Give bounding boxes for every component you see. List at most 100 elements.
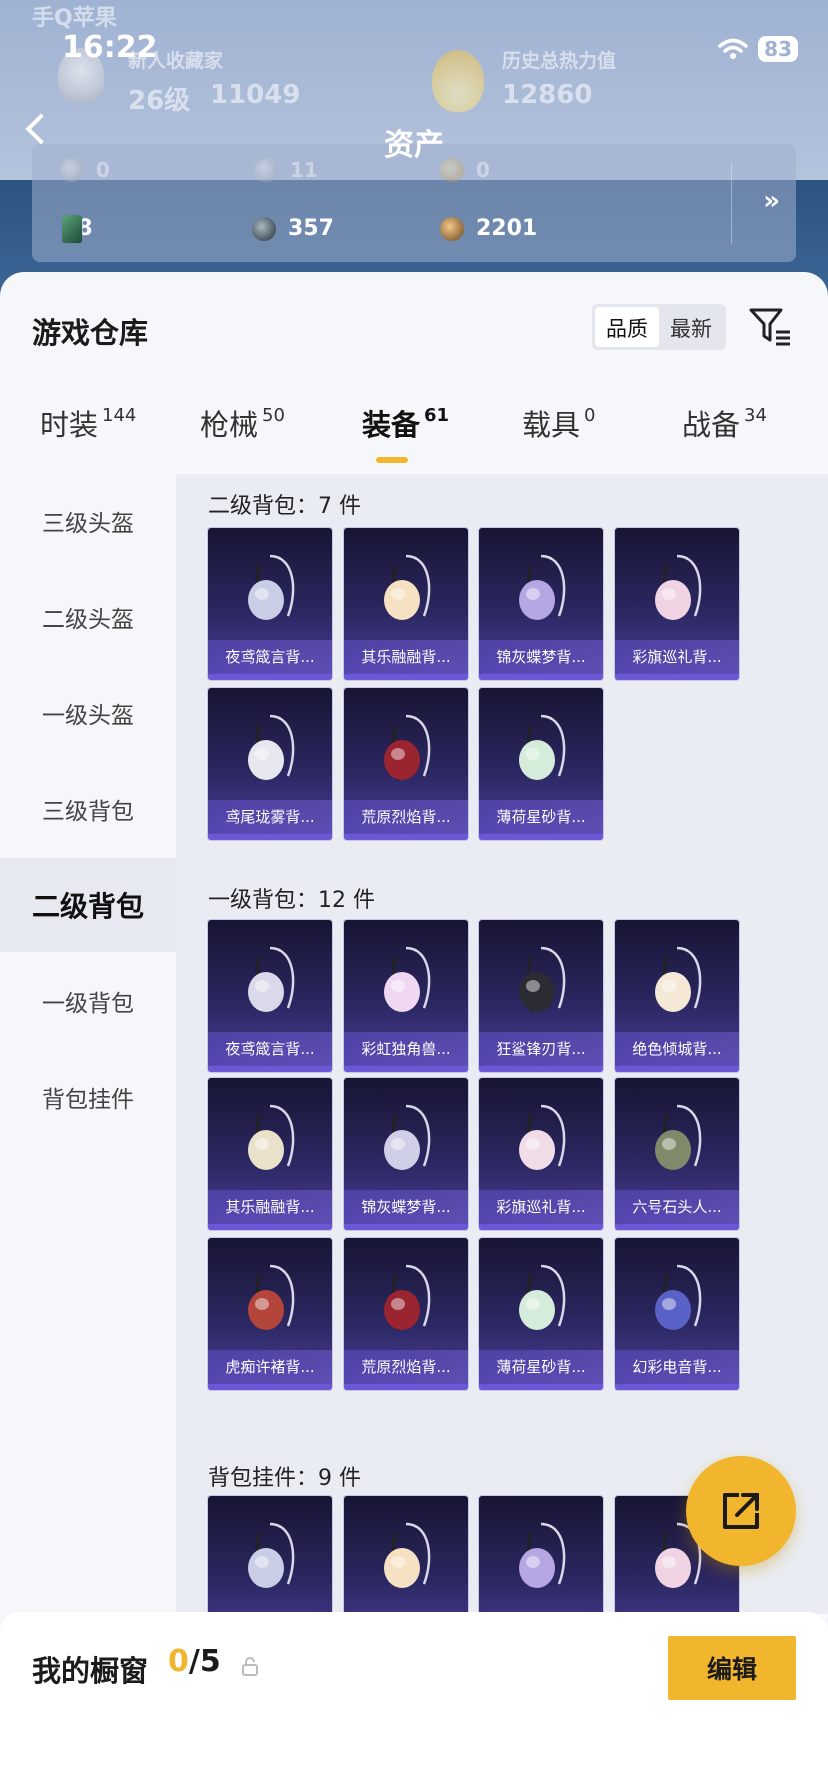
subcategory-sidebar: 三级头盔 二级头盔 一级头盔 三级背包 二级背包 一级背包 背包挂件	[0, 474, 176, 1674]
item-name: 荒原烈焰背...	[344, 800, 468, 834]
rarity-bar	[208, 1384, 332, 1390]
rarity-bar	[615, 674, 739, 680]
item-name: 鸢尾珑雾背...	[208, 800, 332, 834]
tab-vehicles[interactable]: 载具 0	[522, 402, 595, 444]
asset-item: 2201	[440, 216, 537, 241]
battery-indicator: 83	[758, 36, 798, 62]
backpack-icon	[655, 554, 702, 621]
section-title: 背包挂件：9 件	[208, 1466, 361, 1491]
backpack-icon	[519, 946, 566, 1013]
backpack-icon	[519, 714, 566, 781]
item-name: 幻彩电音背...	[615, 1350, 739, 1384]
backpack-icon	[384, 714, 431, 781]
item-name: 锦灰蝶梦背...	[344, 1190, 468, 1224]
rarity-bar	[208, 1224, 332, 1230]
item-name: 薄荷星砂背...	[479, 1350, 603, 1384]
sidebar-item-level1-backpack[interactable]: 一级背包	[0, 954, 176, 1048]
asset-value: 357	[288, 216, 334, 241]
item-card[interactable]	[344, 1496, 468, 1614]
item-card[interactable]: 夜鸢箴言背...	[208, 920, 332, 1072]
rarity-bar	[344, 1066, 468, 1072]
item-name: 夜鸢箴言背...	[208, 640, 332, 674]
backpack-icon	[655, 946, 702, 1013]
sidebar-item-level2-helmet[interactable]: 二级头盔	[0, 570, 176, 664]
item-card[interactable]: 虎痴许褚背...	[208, 1238, 332, 1390]
rarity-bar	[208, 674, 332, 680]
item-card[interactable]: 锦灰蝶梦背...	[344, 1078, 468, 1230]
item-card[interactable]: 彩旗巡礼背...	[479, 1078, 603, 1230]
expand-assets-icon[interactable]: »	[763, 186, 780, 216]
divider	[731, 162, 732, 244]
item-card[interactable]: 夜鸢箴言背...	[208, 528, 332, 680]
backpack-icon	[384, 946, 431, 1013]
sidebar-item-level3-helmet[interactable]: 三级头盔	[0, 474, 176, 568]
level-value: 26级	[128, 86, 191, 116]
backpack-icon	[384, 1264, 431, 1331]
sort-toggle[interactable]: 品质 最新	[592, 304, 726, 350]
item-card[interactable]: 幻彩电音背...	[615, 1238, 739, 1390]
rarity-bar	[615, 1384, 739, 1390]
item-name: 其乐融融背...	[208, 1190, 332, 1224]
rarity-bar	[479, 674, 603, 680]
item-card[interactable]: 其乐融融背...	[344, 528, 468, 680]
backpack-icon	[384, 554, 431, 621]
edit-button[interactable]: 编辑	[668, 1636, 796, 1700]
item-card[interactable]: 六号石头人...	[615, 1078, 739, 1230]
item-card[interactable]: 荒原烈焰背...	[344, 688, 468, 840]
sort-quality[interactable]: 品质	[595, 307, 659, 347]
item-card[interactable]: 绝色倾城背...	[615, 920, 739, 1072]
sidebar-item-level3-backpack[interactable]: 三级背包	[0, 762, 176, 856]
rarity-bar	[344, 834, 468, 840]
item-card[interactable]: 彩虹独角兽...	[344, 920, 468, 1072]
coin-value: 11049	[210, 80, 301, 110]
card-icon	[62, 214, 82, 243]
item-card[interactable]	[208, 1496, 332, 1614]
share-button[interactable]	[686, 1456, 796, 1566]
backpack-icon	[248, 946, 295, 1013]
showcase-count: 0/5	[168, 1644, 221, 1679]
item-card[interactable]: 薄荷星砂背...	[479, 688, 603, 840]
item-card[interactable]: 鸢尾珑雾背...	[208, 688, 332, 840]
sort-newest[interactable]: 最新	[659, 307, 723, 347]
tab-equipment[interactable]: 装备 61	[362, 402, 449, 444]
backpack-icon	[248, 1522, 295, 1589]
item-name: 彩旗巡礼背...	[479, 1190, 603, 1224]
item-card[interactable]: 狂鲨锋刃背...	[479, 920, 603, 1072]
item-card[interactable]: 锦灰蝶梦背...	[479, 528, 603, 680]
rarity-bar	[615, 1066, 739, 1072]
backpack-icon	[384, 1104, 431, 1171]
item-card[interactable]: 其乐融融背...	[208, 1078, 332, 1230]
share-icon	[723, 1493, 759, 1529]
backpack-icon	[519, 554, 566, 621]
item-name: 绝色倾城背...	[615, 1032, 739, 1066]
backpack-icon	[655, 1104, 702, 1171]
item-card[interactable]	[479, 1496, 603, 1614]
category-tabs: 时装 144 枪械 50 装备 61 载具 0 战备 34	[0, 402, 828, 470]
rarity-bar	[344, 674, 468, 680]
item-card[interactable]: 荒原烈焰背...	[344, 1238, 468, 1390]
tab-costume[interactable]: 时装 144	[40, 402, 136, 444]
sidebar-item-level2-backpack[interactable]: 二级背包	[0, 858, 176, 952]
filter-icon[interactable]	[748, 304, 792, 348]
rarity-bar	[479, 834, 603, 840]
item-name: 六号石头人...	[615, 1190, 739, 1224]
rarity-bar	[479, 1384, 603, 1390]
status-time: 16:22	[62, 30, 158, 65]
backpack-icon	[519, 1264, 566, 1331]
section-title: 二级背包：7 件	[208, 494, 361, 519]
tab-firearms[interactable]: 枪械 50	[200, 402, 285, 444]
wifi-icon	[718, 38, 748, 59]
tab-gear[interactable]: 战备 34	[682, 402, 767, 444]
item-card[interactable]: 薄荷星砂背...	[479, 1238, 603, 1390]
sidebar-item-level1-helmet[interactable]: 一级头盔	[0, 666, 176, 760]
backpack-icon	[519, 1104, 566, 1171]
assets-title: 资产	[384, 128, 444, 163]
heat-value: 12860	[502, 80, 593, 110]
rarity-bar	[344, 1224, 468, 1230]
active-tab-indicator	[376, 457, 408, 463]
item-card[interactable]: 彩旗巡礼背...	[615, 528, 739, 680]
rarity-bar	[208, 1066, 332, 1072]
backpack-icon	[248, 714, 295, 781]
item-name: 彩虹独角兽...	[344, 1032, 468, 1066]
sidebar-item-backpack-charm[interactable]: 背包挂件	[0, 1050, 176, 1144]
